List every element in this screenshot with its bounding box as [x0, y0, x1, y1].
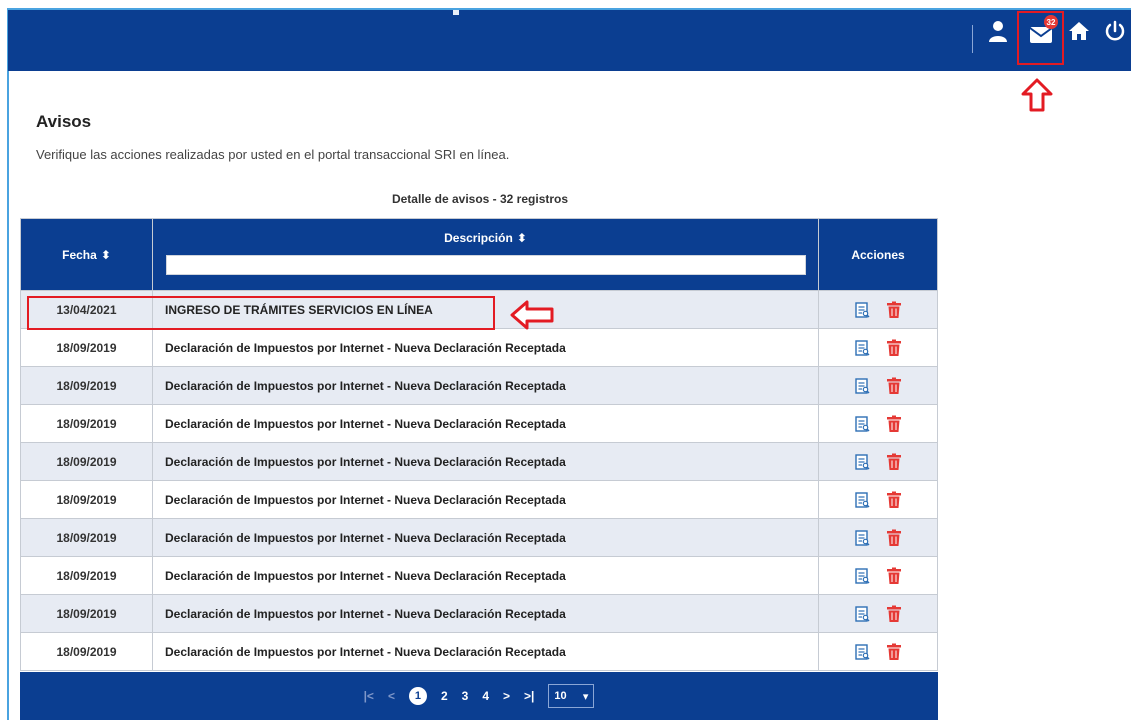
home-icon[interactable] — [1064, 16, 1094, 46]
view-detail-icon[interactable] — [854, 643, 870, 660]
cell-fecha: 18/09/2019 — [20, 328, 153, 367]
cell-fecha: 18/09/2019 — [20, 632, 153, 671]
cell-fecha: 18/09/2019 — [20, 556, 153, 595]
table-row: 18/09/2019 Declaración de Impuestos por I… — [20, 404, 938, 443]
chevron-down-icon: ▾ — [582, 690, 589, 703]
top-navbar — [8, 8, 1131, 71]
cell-acciones — [818, 404, 938, 443]
table-row: 18/09/2019 Declaración de Impuestos por I… — [20, 594, 938, 633]
cell-descripcion[interactable]: Declaración de Impuestos por Internet - … — [152, 442, 819, 481]
table-row: 18/09/2019 Declaración de Impuestos por I… — [20, 480, 938, 519]
annotation-box-mail — [1017, 11, 1064, 65]
sort-icon: ⬍ — [100, 247, 111, 262]
view-detail-icon[interactable] — [854, 567, 870, 584]
cell-fecha: 18/09/2019 — [20, 594, 153, 633]
cell-acciones — [818, 480, 938, 519]
cell-acciones — [818, 556, 938, 595]
cell-fecha: 18/09/2019 — [20, 366, 153, 405]
table-caption: Detalle de avisos - 32 registros — [391, 192, 569, 206]
table-row: 18/09/2019 Declaración de Impuestos por I… — [20, 442, 938, 481]
header-acciones-label: Acciones — [851, 247, 905, 262]
cell-fecha: 18/09/2019 — [20, 480, 153, 519]
trash-icon[interactable] — [886, 339, 902, 357]
page-size-select[interactable]: 10 ▾ — [548, 684, 595, 708]
page-size-value: 10 — [554, 690, 567, 702]
page-2-button[interactable]: 2 — [441, 689, 448, 703]
cell-descripcion[interactable]: Declaración de Impuestos por Internet - … — [152, 556, 819, 595]
cell-descripcion[interactable]: Declaración de Impuestos por Internet - … — [152, 594, 819, 633]
page-3-button[interactable]: 3 — [462, 689, 469, 703]
cell-descripcion[interactable]: Declaración de Impuestos por Internet - … — [152, 404, 819, 443]
pagination: |< < 1 2 3 4 > >| 10 ▾ — [20, 672, 938, 720]
page-subtitle: Verifique las acciones realizadas por us… — [36, 147, 510, 162]
trash-icon[interactable] — [886, 567, 902, 585]
cell-acciones — [818, 518, 938, 557]
annotation-arrow-left — [510, 300, 554, 335]
page-title: Avisos — [36, 112, 92, 131]
sort-icon: ⬍ — [516, 231, 527, 245]
prev-page-button[interactable]: < — [388, 689, 395, 703]
descripcion-filter-input[interactable] — [165, 255, 806, 275]
trash-icon[interactable] — [886, 301, 902, 319]
header-fecha[interactable]: Fecha ⬍ — [20, 218, 153, 291]
last-page-button[interactable]: >| — [524, 689, 534, 703]
cell-acciones — [818, 632, 938, 671]
table-row: 18/09/2019 Declaración de Impuestos por I… — [20, 556, 938, 595]
trash-icon[interactable] — [886, 377, 902, 395]
cell-fecha: 18/09/2019 — [20, 442, 153, 481]
first-page-button[interactable]: |< — [364, 689, 374, 703]
view-detail-icon[interactable] — [854, 301, 870, 318]
view-detail-icon[interactable] — [854, 529, 870, 546]
trash-icon[interactable] — [886, 415, 902, 433]
trash-icon[interactable] — [886, 491, 902, 509]
view-detail-icon[interactable] — [854, 415, 870, 432]
navbar-separator — [972, 25, 973, 53]
next-page-button[interactable]: > — [503, 689, 510, 703]
cell-descripcion[interactable]: Declaración de Impuestos por Internet - … — [152, 328, 819, 367]
view-detail-icon[interactable] — [854, 377, 870, 394]
cell-descripcion[interactable]: Declaración de Impuestos por Internet - … — [152, 518, 819, 557]
trash-icon[interactable] — [886, 643, 902, 661]
cell-fecha: 18/09/2019 — [20, 404, 153, 443]
cell-descripcion[interactable]: Declaración de Impuestos por Internet - … — [152, 480, 819, 519]
cell-fecha: 18/09/2019 — [20, 518, 153, 557]
trash-icon[interactable] — [886, 529, 902, 547]
cell-descripcion[interactable]: Declaración de Impuestos por Internet - … — [152, 632, 819, 671]
trash-icon[interactable] — [886, 605, 902, 623]
cell-acciones — [818, 328, 938, 367]
view-detail-icon[interactable] — [854, 491, 870, 508]
annotation-box-row — [27, 296, 495, 330]
header-descripcion[interactable]: Descripción ⬍ — [152, 218, 819, 291]
cell-acciones — [818, 442, 938, 481]
annotation-arrow-up — [1021, 78, 1053, 117]
avisos-table: Fecha ⬍ Descripción ⬍ Acciones 13/04/2021 I… — [20, 218, 938, 671]
table-row: 18/09/2019 Declaración de Impuestos por I… — [20, 518, 938, 557]
view-detail-icon[interactable] — [854, 453, 870, 470]
cell-descripcion[interactable]: Declaración de Impuestos por Internet - … — [152, 366, 819, 405]
header-descripcion-label: Descripción — [444, 231, 513, 245]
page-1-button[interactable]: 1 — [408, 687, 427, 705]
page-4-button[interactable]: 4 — [482, 689, 489, 703]
user-icon[interactable] — [983, 16, 1013, 46]
cell-acciones — [818, 594, 938, 633]
navbar-notch — [453, 10, 459, 15]
header-fecha-label: Fecha — [62, 247, 97, 262]
cell-acciones — [818, 366, 938, 405]
table-row: 18/09/2019 Declaración de Impuestos por I… — [20, 328, 938, 367]
view-detail-icon[interactable] — [854, 605, 870, 622]
window-frame-left — [7, 8, 9, 720]
cell-acciones — [818, 290, 938, 329]
power-icon[interactable] — [1100, 16, 1130, 46]
table-row: 18/09/2019 Declaración de Impuestos por I… — [20, 366, 938, 405]
table-row: 18/09/2019 Declaración de Impuestos por I… — [20, 632, 938, 671]
header-acciones: Acciones — [818, 218, 938, 291]
trash-icon[interactable] — [886, 453, 902, 471]
view-detail-icon[interactable] — [854, 339, 870, 356]
